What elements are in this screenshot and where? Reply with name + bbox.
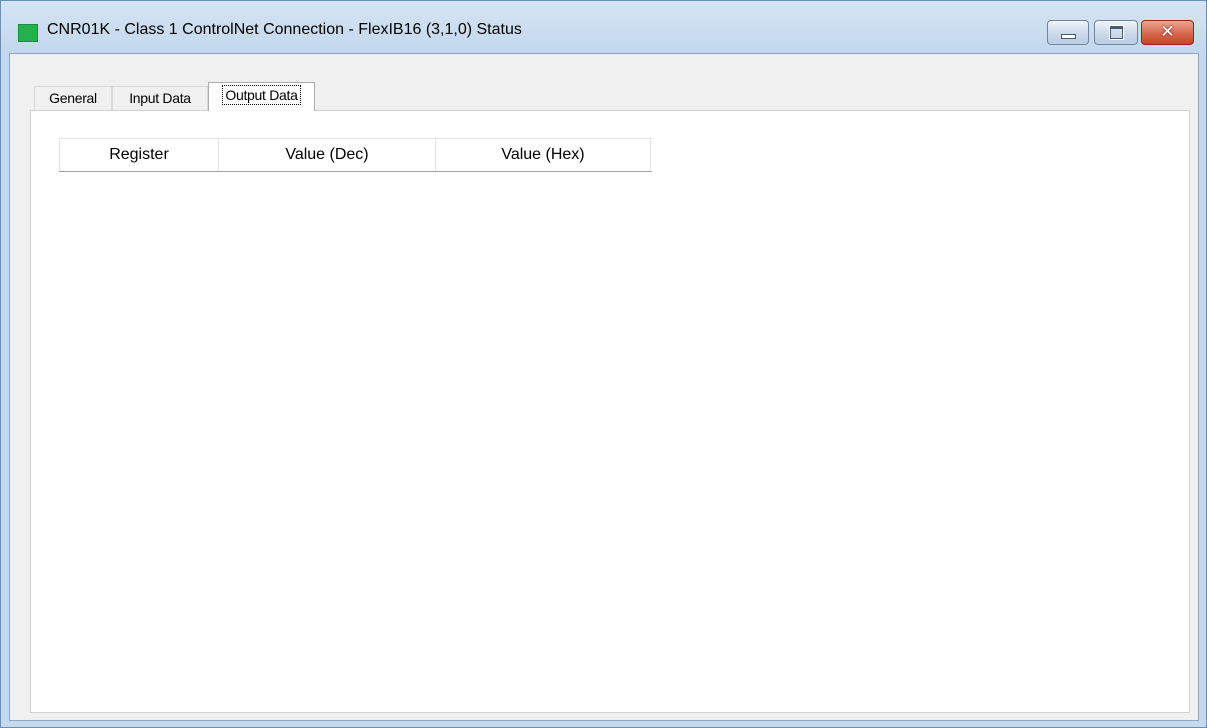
output-data-panel: Register Value (Dec) Value (Hex)	[30, 110, 1190, 713]
tab-general[interactable]: General	[34, 86, 112, 110]
tab-output-data[interactable]: Output Data	[208, 82, 315, 111]
connection-status-icon	[18, 24, 38, 42]
window-title: CNR01K - Class 1 ControlNet Connection -…	[47, 21, 522, 38]
status-window: CNR01K - Class 1 ControlNet Connection -…	[0, 0, 1207, 728]
column-header-register[interactable]: Register	[59, 139, 219, 171]
close-button[interactable]: ✕	[1141, 20, 1194, 45]
tab-input-data[interactable]: Input Data	[112, 86, 208, 110]
maximize-icon	[1108, 25, 1124, 40]
output-table-header: Register Value (Dec) Value (Hex)	[59, 138, 652, 172]
tab-general-label: General	[49, 90, 97, 106]
title-bar[interactable]: CNR01K - Class 1 ControlNet Connection -…	[1, 1, 1206, 53]
column-header-value-hex[interactable]: Value (Hex)	[435, 139, 651, 171]
minimize-button[interactable]	[1047, 20, 1089, 45]
close-icon: ✕	[1160, 22, 1175, 42]
maximize-button[interactable]	[1094, 20, 1138, 45]
column-header-value-dec[interactable]: Value (Dec)	[218, 139, 436, 171]
tab-output-data-label: Output Data	[222, 85, 301, 105]
minimize-icon	[1060, 34, 1076, 39]
tab-input-data-label: Input Data	[129, 90, 191, 106]
dialog-client-area: General Input Data Output Data Register …	[9, 53, 1199, 721]
